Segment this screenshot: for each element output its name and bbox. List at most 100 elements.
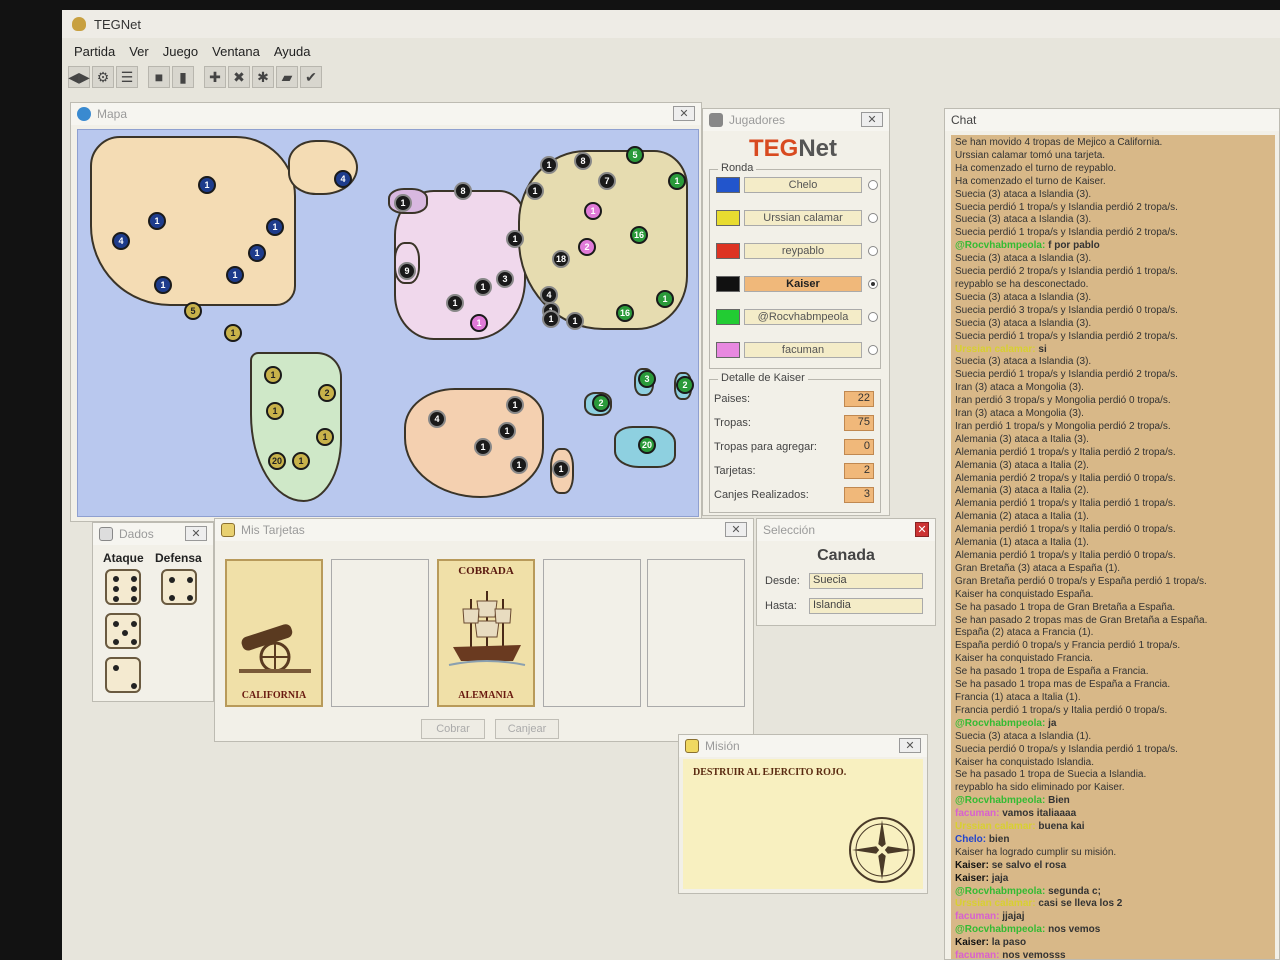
army-token[interactable]: 18	[552, 250, 570, 268]
menu-ayuda[interactable]: Ayuda	[274, 44, 311, 59]
army-token[interactable]: 1	[266, 218, 284, 236]
player-radio[interactable]	[868, 180, 878, 190]
chat-username: @Rocvhabmpeola:	[955, 717, 1046, 729]
menu-ver[interactable]: Ver	[129, 44, 149, 59]
army-token[interactable]: 1	[526, 182, 544, 200]
gear-icon[interactable]: ✱	[252, 66, 274, 88]
army-token[interactable]: 1	[248, 244, 266, 262]
chat-line: Suecia (3) ataca a Islandia (3).	[955, 291, 1092, 303]
army-token[interactable]: 1	[264, 366, 282, 384]
army-token[interactable]: 1	[668, 172, 686, 190]
list-icon[interactable]: ☰	[116, 66, 138, 88]
die-pip	[122, 630, 128, 636]
army-token[interactable]: 4	[428, 410, 446, 428]
army-token[interactable]: 1	[552, 460, 570, 478]
army-token[interactable]: 1	[266, 402, 284, 420]
from-field[interactable]: Suecia	[809, 573, 923, 589]
army-token[interactable]: 2	[318, 384, 336, 402]
pause-icon[interactable]: ▮	[172, 66, 194, 88]
stop-icon[interactable]: ■	[148, 66, 170, 88]
die-pip	[113, 586, 119, 592]
player-radio[interactable]	[868, 312, 878, 322]
army-token[interactable]: 3	[638, 370, 656, 388]
army-token[interactable]: 1	[394, 194, 412, 212]
army-token[interactable]: 1	[474, 438, 492, 456]
army-token[interactable]: 1	[506, 396, 524, 414]
player-row[interactable]: facuman	[716, 339, 878, 361]
map-window: Mapa ✕ 144111115118911311118411117812511…	[70, 102, 702, 522]
army-token[interactable]: 1	[498, 422, 516, 440]
army-token[interactable]: 1	[470, 314, 488, 332]
exchange-button[interactable]: Canjear	[495, 719, 559, 739]
army-token[interactable]: 1	[506, 230, 524, 248]
army-token[interactable]: 1	[446, 294, 464, 312]
menu-juego[interactable]: Juego	[163, 44, 198, 59]
army-token[interactable]: 7	[598, 172, 616, 190]
army-token[interactable]: 1	[148, 212, 166, 230]
to-field[interactable]: Islandia	[809, 598, 923, 614]
country-card[interactable]: COBRADA ALEMANIA	[437, 559, 535, 707]
save-icon[interactable]: ▰	[276, 66, 298, 88]
army-token[interactable]: 4	[334, 170, 352, 188]
chat-message: la paso	[991, 937, 1027, 949]
army-token[interactable]: 1	[316, 428, 334, 446]
north-america[interactable]	[90, 136, 296, 306]
army-token[interactable]: 2	[578, 238, 596, 256]
selection-close-button[interactable]: ✕	[915, 522, 929, 537]
army-token[interactable]: 8	[574, 152, 592, 170]
collect-button[interactable]: Cobrar	[421, 719, 485, 739]
player-row[interactable]: reypablo	[716, 240, 878, 262]
world-map[interactable]: 1441111151189113111184111178125116161121…	[77, 129, 699, 517]
player-radio[interactable]	[868, 213, 878, 223]
player-row[interactable]: @Rocvhabmpeola	[716, 306, 878, 328]
player-row[interactable]: Urssian calamar	[716, 207, 878, 229]
connect-icon[interactable]: ◀▶	[68, 66, 90, 88]
add-icon[interactable]: ✚	[204, 66, 226, 88]
army-token[interactable]: 9	[398, 262, 416, 280]
army-token[interactable]: 5	[184, 302, 202, 320]
army-token[interactable]: 8	[454, 182, 472, 200]
army-token[interactable]: 1	[566, 312, 584, 330]
player-radio[interactable]	[868, 279, 878, 289]
army-token[interactable]: 1	[226, 266, 244, 284]
army-token[interactable]: 1	[154, 276, 172, 294]
army-token[interactable]: 1	[584, 202, 602, 220]
army-token[interactable]: 4	[540, 286, 558, 304]
country-card[interactable]: CALIFORNIA	[225, 559, 323, 707]
army-token[interactable]: 1	[474, 278, 492, 296]
player-row[interactable]: Kaiser	[716, 273, 878, 295]
chat-message: bien	[988, 833, 1010, 845]
army-token[interactable]: 2	[592, 394, 610, 412]
cards-close-button[interactable]: ✕	[725, 522, 747, 537]
player-radio[interactable]	[868, 246, 878, 256]
army-token[interactable]: 1	[542, 310, 560, 328]
dice-close-button[interactable]: ✕	[185, 526, 207, 541]
army-token[interactable]: 2	[676, 376, 694, 394]
army-token[interactable]: 1	[540, 156, 558, 174]
army-token[interactable]: 1	[292, 452, 310, 470]
defense-die	[161, 569, 197, 605]
army-token[interactable]: 1	[198, 176, 216, 194]
chat-log[interactable]: Se han movido 4 tropas de Mejico a Calif…	[951, 135, 1275, 959]
players-close-button[interactable]: ✕	[861, 112, 883, 127]
army-token[interactable]: 20	[268, 452, 286, 470]
army-token[interactable]: 1	[510, 456, 528, 474]
army-token[interactable]: 3	[496, 270, 514, 288]
check-icon[interactable]: ✔	[300, 66, 322, 88]
player-row[interactable]: Chelo	[716, 174, 878, 196]
army-token[interactable]: 16	[616, 304, 634, 322]
army-token[interactable]: 1	[224, 324, 242, 342]
menu-ventana[interactable]: Ventana	[212, 44, 260, 59]
army-token[interactable]: 4	[112, 232, 130, 250]
player-radio[interactable]	[868, 345, 878, 355]
close-x-icon[interactable]: ✖	[228, 66, 250, 88]
die-pip	[187, 577, 193, 583]
army-token[interactable]: 16	[630, 226, 648, 244]
menu-partida[interactable]: Partida	[74, 44, 115, 59]
map-close-button[interactable]: ✕	[673, 106, 695, 121]
server-icon[interactable]: ⚙	[92, 66, 114, 88]
mission-close-button[interactable]: ✕	[899, 738, 921, 753]
army-token[interactable]: 5	[626, 146, 644, 164]
army-token[interactable]: 1	[656, 290, 674, 308]
army-token[interactable]: 20	[638, 436, 656, 454]
